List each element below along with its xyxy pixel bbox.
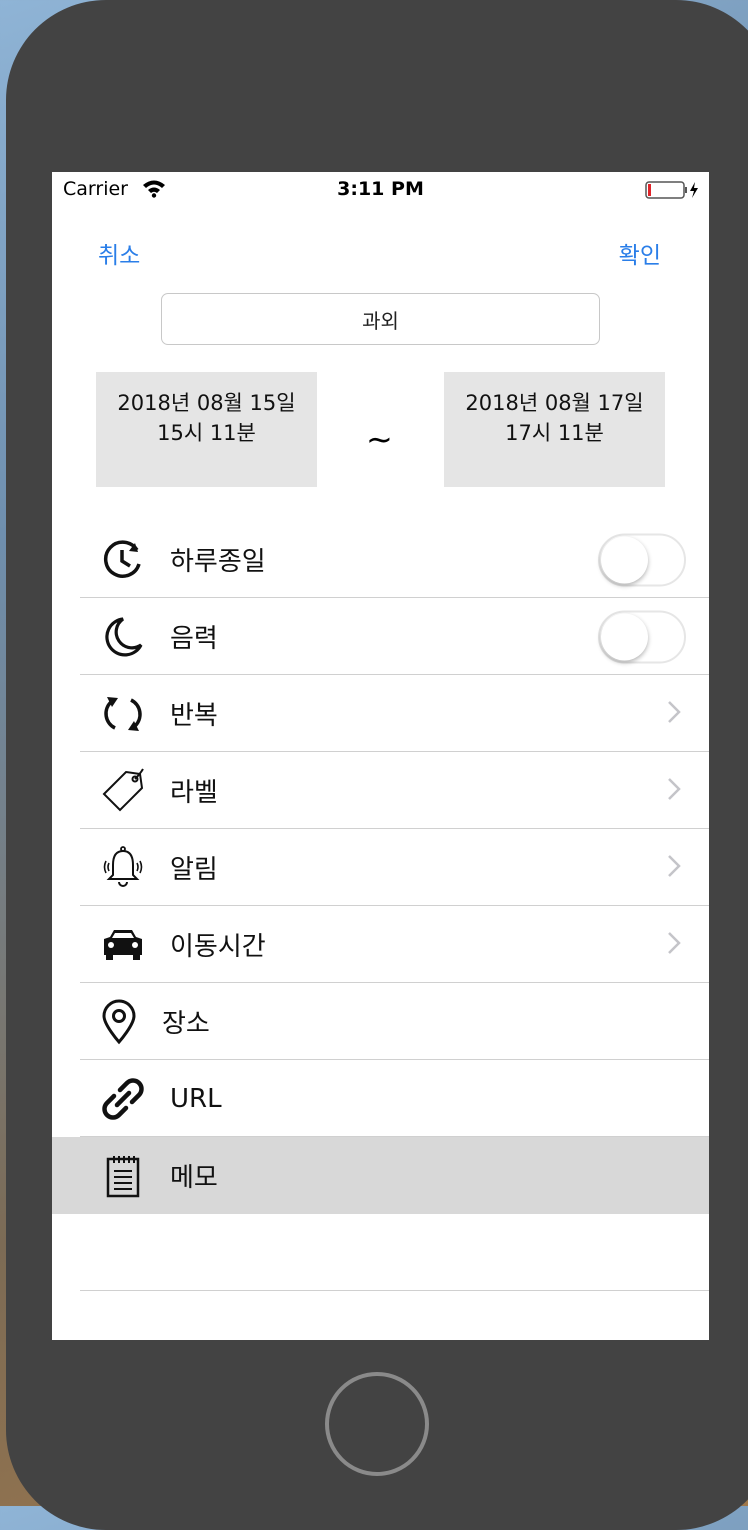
end-date-text: 2018년 08월 17일 [465,391,644,415]
charging-bolt-icon [690,182,698,198]
option-alarm[interactable]: 알림 [52,829,709,906]
empty-row [52,1214,709,1291]
notepad-icon [100,1153,146,1199]
confirm-button[interactable]: 확인 [619,236,661,270]
option-label: URL [170,1083,222,1114]
option-label-tag[interactable]: 라벨 [52,752,709,829]
app-screen: Carrier 3:11 PM 취소 확인 과외 2018년 08월 15일 1… [52,172,709,1340]
clock-icon [100,537,146,583]
status-bar: Carrier 3:11 PM [52,172,709,208]
option-label: 장소 [162,1009,210,1039]
home-button[interactable] [325,1372,429,1476]
option-url[interactable]: URL [52,1060,709,1137]
option-label: 알림 [170,855,218,885]
option-travel-time[interactable]: 이동시간 [52,906,709,983]
chevron-right-icon [667,854,681,882]
battery-icon [645,181,699,204]
chevron-right-icon [667,931,681,959]
option-label: 메모 [170,1163,218,1193]
lunar-toggle[interactable] [598,610,686,663]
end-time-text: 17시 11분 [505,421,604,445]
status-time: 3:11 PM [337,178,424,200]
date-range-separator: ~ [366,420,393,458]
option-memo[interactable]: 메모 [52,1137,709,1214]
start-time-text: 15시 11분 [157,421,256,445]
option-label: 이동시간 [170,932,266,962]
options-list: 하루종일 음력 반복 라벨 알림 이동시간 장소 URL 메모 [52,521,709,1291]
all-day-toggle[interactable] [598,533,686,586]
option-label: 음력 [170,624,218,654]
tag-icon [100,767,146,814]
start-date-button[interactable]: 2018년 08월 15일 15시 11분 [96,372,317,487]
chevron-right-icon [667,700,681,728]
car-icon [100,922,146,968]
moon-icon [100,614,146,660]
bell-icon [100,845,146,891]
cancel-button[interactable]: 취소 [98,236,140,270]
option-all-day[interactable]: 하루종일 [52,521,709,598]
end-date-button[interactable]: 2018년 08월 17일 17시 11분 [444,372,665,487]
option-repeat[interactable]: 반복 [52,675,709,752]
title-field[interactable]: 과외 [161,293,600,345]
link-icon [100,1076,146,1122]
option-label: 하루종일 [170,547,266,577]
option-label: 라벨 [170,778,218,808]
option-label: 반복 [170,701,218,731]
repeat-icon [100,691,146,737]
option-lunar[interactable]: 음력 [52,598,709,675]
start-date-text: 2018년 08월 15일 [117,391,296,415]
chevron-right-icon [667,777,681,805]
option-location[interactable]: 장소 [52,983,709,1060]
location-pin-icon [96,999,142,1045]
